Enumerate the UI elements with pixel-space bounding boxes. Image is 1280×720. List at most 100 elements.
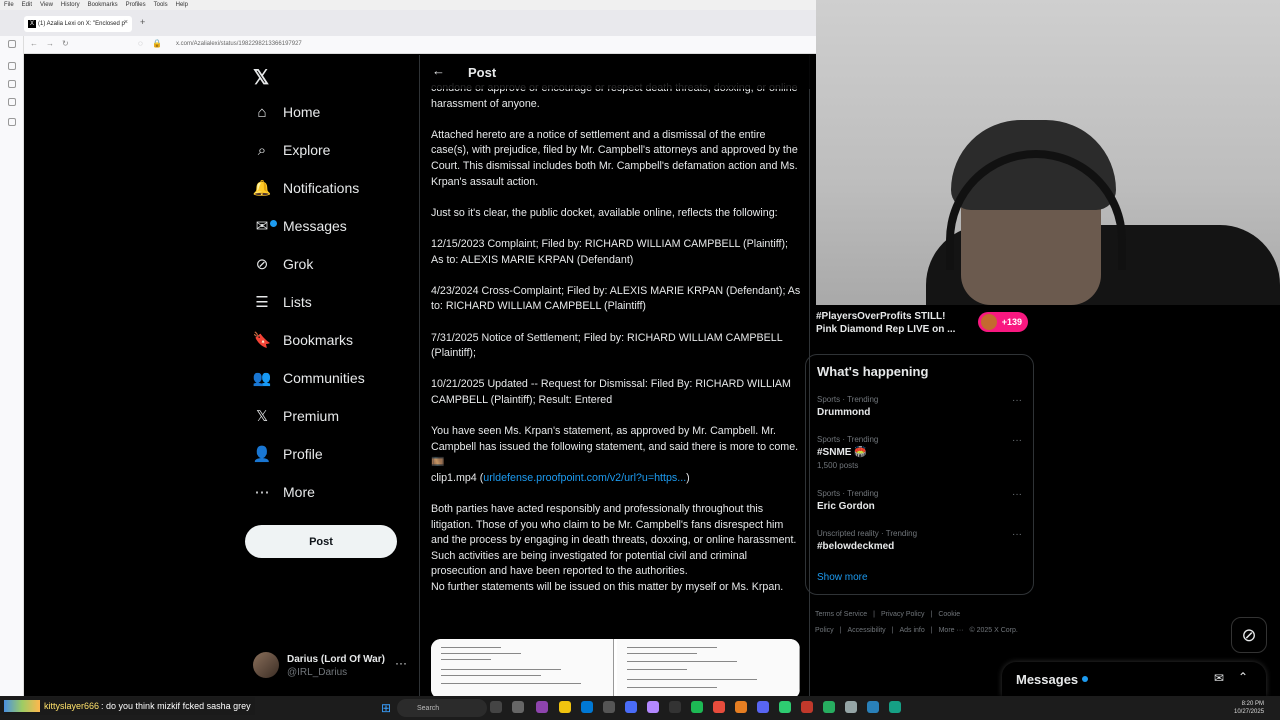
sidebar-item-notifications[interactable]: 🔔 Notifications (253, 173, 360, 203)
trend-item[interactable]: Sports · Trending Eric Gordon ··· (817, 489, 1022, 512)
account-switcher[interactable]: Darius (Lord Of War) @IRL_Darius ··· (253, 652, 413, 682)
footer-link[interactable]: Privacy Policy (881, 611, 925, 618)
proofpoint-link[interactable]: urldefense.proofpoint.com/v2/url?u=https… (483, 472, 686, 484)
trend-meta: Sports · Trending (817, 435, 879, 444)
more-dots-icon[interactable]: ··· (1012, 489, 1022, 500)
menu-item-tools[interactable]: Tools (154, 2, 168, 8)
sidebar-item-label: Communities (283, 370, 365, 386)
sidebar-item-lists[interactable]: ☰ Lists (253, 287, 312, 317)
docket-entry: 10/21/2025 Updated -- Request for Dismis… (431, 378, 791, 406)
reload-icon[interactable]: ↻ (62, 39, 69, 48)
taskbar-app-icon[interactable] (889, 701, 901, 713)
sidebar-item-premium[interactable]: 𝕏 Premium (253, 401, 339, 431)
sidebar-item-explore[interactable]: ⌕ Explore (253, 135, 331, 165)
taskbar-app-icon[interactable] (801, 701, 813, 713)
taskbar-app-icon[interactable] (512, 701, 524, 713)
more-dots-icon[interactable]: ··· (1012, 395, 1022, 406)
windows-start-icon[interactable]: ⊞ (381, 701, 391, 715)
menu-item-bookmarks[interactable]: Bookmarks (88, 2, 118, 8)
taskbar-app-icon[interactable] (779, 701, 791, 713)
taskbar-app-icon[interactable] (735, 701, 747, 713)
taskbar-app-icon[interactable] (581, 701, 593, 713)
url-input[interactable]: x.com/Azalialexi/status/1982298213366197… (176, 41, 302, 47)
taskbar-app-icon[interactable] (757, 701, 769, 713)
forward-icon[interactable]: → (46, 39, 54, 48)
whats-happening-panel: What's happening Sports · Trending Drumm… (805, 354, 1034, 595)
footer-link[interactable]: Accessibility (848, 627, 886, 634)
new-tab-icon[interactable]: + (140, 17, 145, 27)
shield-icon[interactable]: ◌ (138, 39, 143, 48)
statement-paragraph: You have seen Ms. Krpan's statement, as … (431, 424, 801, 486)
post-button[interactable]: Post (245, 525, 397, 558)
footer-separator: | (930, 627, 933, 634)
sidebar-item-bookmarks[interactable]: 🔖 Bookmarks (253, 325, 353, 355)
taskbar-app-icon[interactable] (490, 701, 502, 713)
sidebar-icon[interactable] (8, 80, 16, 88)
sidebar-item-profile[interactable]: 👤 Profile (253, 439, 323, 469)
footer-link[interactable]: More ··· (939, 627, 964, 634)
settings-icon[interactable] (8, 118, 16, 126)
new-message-icon[interactable]: ✉ (1214, 671, 1224, 685)
sidebar-item-grok[interactable]: ⊘ Grok (253, 249, 314, 279)
menu-item-profiles[interactable]: Profiles (126, 2, 146, 8)
trend-item[interactable]: Sports · Trending #SNME 🏟️ 1,500 posts ·… (817, 435, 1022, 470)
grok-icon[interactable]: ⊘ (1231, 617, 1267, 653)
docket-entry: 4/23/2024 Cross-Complaint; Filed by: ALE… (431, 284, 801, 313)
trend-item[interactable]: Unscripted reality · Trending #belowdeck… (817, 529, 1022, 552)
address-bar-row (0, 36, 816, 54)
more-dots-icon[interactable]: ··· (1012, 435, 1022, 446)
expand-icon[interactable]: ⌃ (1238, 670, 1248, 684)
back-icon[interactable]: ← (30, 39, 38, 48)
trend-name: #SNME 🏟️ (817, 447, 867, 458)
menu-item-view[interactable]: View (40, 2, 53, 8)
post-column: condone or approve or encourage or respe… (419, 55, 811, 696)
browser-tab[interactable]: X (1) Azalia Lexi on X: "Enclosed p × (24, 16, 132, 32)
trend-item[interactable]: Sports · Trending Drummond ··· (817, 395, 1022, 418)
taskbar-app-icon[interactable] (559, 701, 571, 713)
bookmark-icon: 🔖 (252, 332, 272, 349)
menu-item-file[interactable]: File (4, 2, 14, 8)
messages-drawer[interactable]: Messages ✉ ⌃ (1002, 662, 1266, 696)
show-more-link[interactable]: Show more (817, 572, 868, 583)
taskbar-app-icon[interactable] (603, 701, 615, 713)
x-logo-icon[interactable]: 𝕏 (253, 65, 269, 90)
sidebar-item-label: Profile (283, 446, 323, 462)
sidebar-item-messages[interactable]: ✉ Messages (253, 211, 347, 241)
footer-separator: | (930, 611, 933, 618)
sidebar-icon[interactable] (8, 62, 16, 70)
sidebar-item-label: Notifications (283, 180, 360, 196)
live-space-card[interactable]: #PlayersOverProfits STILL! Pink Diamond … (805, 310, 1034, 340)
taskbar-app-icon[interactable] (625, 701, 637, 713)
trend-name: #belowdeckmed (817, 541, 895, 552)
sidebar-item-home[interactable]: ⌂ Home (253, 97, 320, 127)
messages-drawer-title: Messages (1016, 672, 1079, 687)
menu-item-edit[interactable]: Edit (22, 2, 32, 8)
footer-links: Terms of Service | Privacy Policy | Cookie P… (815, 607, 1035, 639)
taskbar-app-icon[interactable] (647, 701, 659, 713)
more-dots-icon[interactable]: ··· (1012, 529, 1022, 540)
taskbar-app-icon[interactable] (867, 701, 879, 713)
close-icon[interactable]: × (124, 19, 128, 26)
taskbar-app-icon[interactable] (536, 701, 548, 713)
trend-name: Drummond (817, 407, 871, 418)
x-favicon-icon: X (28, 20, 36, 28)
sidebar-icon[interactable] (8, 98, 16, 106)
footer-link[interactable]: © 2025 X Corp. (969, 627, 1017, 634)
back-arrow-icon[interactable]: ← (432, 63, 445, 78)
footer-link[interactable]: Terms of Service (815, 611, 867, 618)
menu-item-help[interactable]: Help (176, 2, 188, 8)
attached-document-image[interactable] (431, 639, 800, 696)
taskbar-app-icon[interactable] (691, 701, 703, 713)
sidebar-icon[interactable] (8, 40, 16, 48)
more-dots-icon[interactable]: ··· (395, 656, 407, 670)
sidebar-item-label: Lists (283, 294, 312, 310)
sidebar-item-communities[interactable]: 👥 Communities (253, 363, 365, 393)
taskbar-app-icon[interactable] (845, 701, 857, 713)
footer-link[interactable]: Ads info (899, 627, 924, 634)
taskbar-app-icon[interactable] (669, 701, 681, 713)
taskbar-app-icon[interactable] (713, 701, 725, 713)
taskbar-search[interactable]: Search (397, 699, 487, 717)
taskbar-app-icon[interactable] (823, 701, 835, 713)
menu-item-history[interactable]: History (61, 2, 80, 8)
sidebar-item-more[interactable]: ⋯ More (253, 477, 315, 507)
